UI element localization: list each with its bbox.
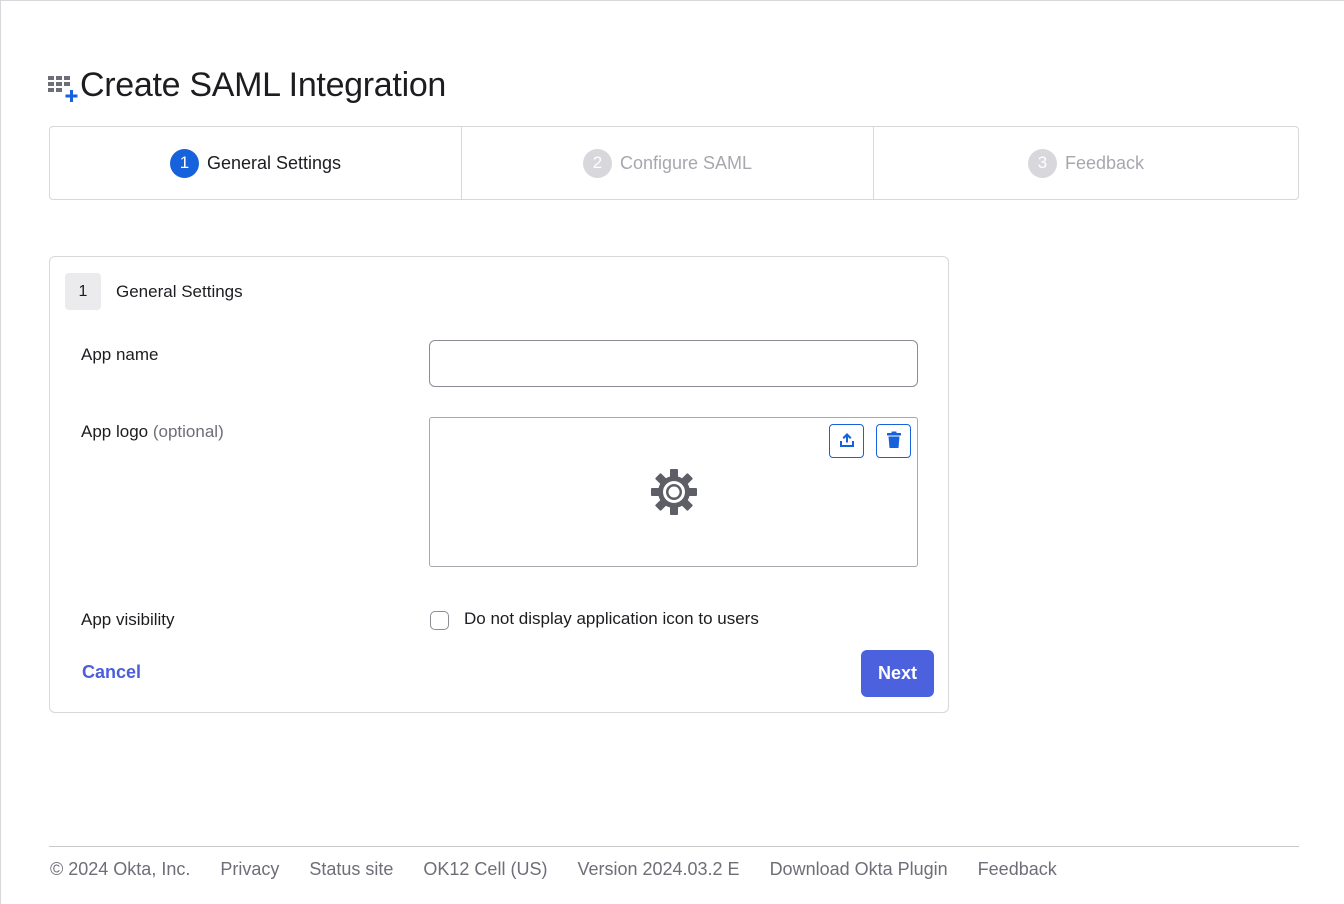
footer-copyright: © 2024 Okta, Inc. <box>50 859 191 879</box>
footer-link-status-site[interactable]: Status site <box>309 859 393 880</box>
hide-app-icon-checkbox[interactable] <box>430 611 449 630</box>
step-number-badge: 2 <box>582 148 612 178</box>
upload-icon <box>838 431 856 452</box>
panel-step-number: 1 <box>65 273 101 310</box>
upload-logo-button[interactable] <box>829 424 864 458</box>
app-logo-label-text: App logo <box>81 422 149 441</box>
delete-logo-button[interactable] <box>876 424 911 458</box>
step-label: Feedback <box>1064 152 1145 173</box>
footer: © 2024 Okta, Inc. Privacy Status site OK… <box>50 859 1087 880</box>
cancel-button[interactable]: Cancel <box>82 662 141 683</box>
app-logo-dropzone[interactable] <box>429 417 918 567</box>
panel-header: 1 General Settings <box>65 273 243 310</box>
footer-link-feedback[interactable]: Feedback <box>978 859 1057 880</box>
app-add-icon <box>48 72 78 102</box>
hide-app-icon-label[interactable]: Do not display application icon to users <box>464 609 759 629</box>
optional-hint: (optional) <box>152 422 224 441</box>
next-button[interactable]: Next <box>861 650 934 697</box>
footer-divider <box>49 846 1299 847</box>
footer-link-download-plugin[interactable]: Download Okta Plugin <box>770 859 948 880</box>
gear-icon <box>649 467 699 517</box>
app-logo-label: App logo (optional) <box>81 422 224 442</box>
app-name-label: App name <box>81 345 159 364</box>
page-header: Create SAML Integration <box>48 63 446 107</box>
step-number-badge: 3 <box>1027 148 1057 178</box>
wizard-step-general-settings[interactable]: 1 General Settings <box>50 127 462 199</box>
panel-title: General Settings <box>116 281 243 301</box>
app-name-input[interactable] <box>429 340 918 387</box>
general-settings-panel: 1 General Settings App name App logo (op… <box>49 256 949 713</box>
app-visibility-label: App visibility <box>81 610 175 629</box>
step-number-badge: 1 <box>169 148 199 178</box>
wizard-steps: 1 General Settings 2 Configure SAML 3 Fe… <box>49 126 1299 200</box>
wizard-step-feedback: 3 Feedback <box>874 127 1298 199</box>
step-label: Configure SAML <box>619 152 753 173</box>
footer-link-privacy[interactable]: Privacy <box>220 859 279 880</box>
wizard-step-configure-saml: 2 Configure SAML <box>462 127 874 199</box>
page-title: Create SAML Integration <box>80 66 447 104</box>
step-label: General Settings <box>206 152 342 173</box>
footer-version: Version 2024.03.2 E <box>577 859 740 879</box>
trash-icon <box>886 431 902 452</box>
footer-cell-info: OK12 Cell (US) <box>423 859 548 879</box>
